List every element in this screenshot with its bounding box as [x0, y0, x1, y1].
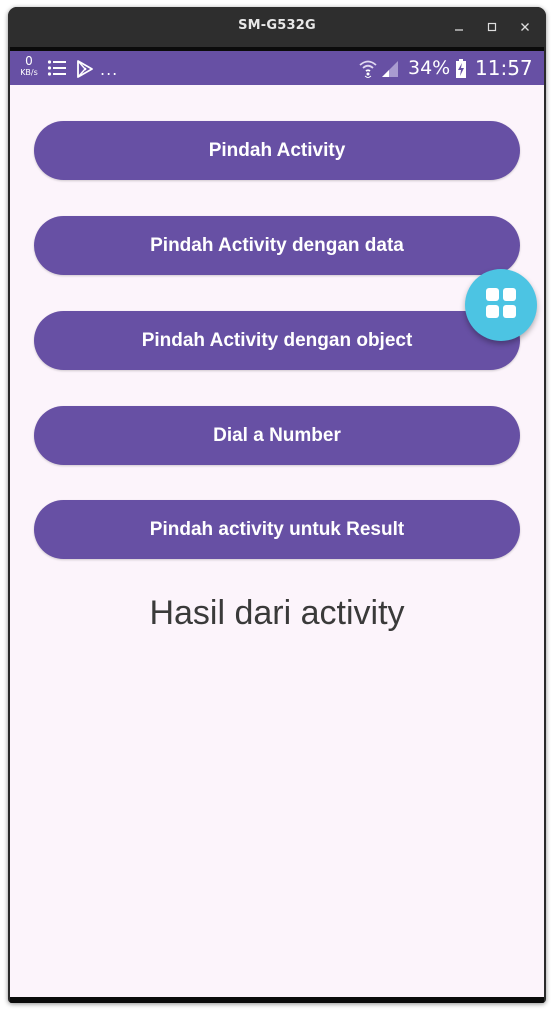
- close-button[interactable]: [513, 15, 537, 39]
- result-text: Hasil dari activity: [149, 594, 405, 632]
- pindah-activity-data-button[interactable]: Pindah Activity dengan data: [34, 216, 520, 275]
- phone-screen: 0 KB/s ... 34% 11:57 Pindah Activity Pin…: [10, 51, 544, 997]
- status-bar: 0 KB/s ... 34% 11:57: [10, 51, 544, 85]
- pindah-activity-result-button[interactable]: Pindah activity untuk Result: [34, 500, 520, 559]
- window-titlebar[interactable]: SM-G532G: [8, 7, 546, 47]
- signal-icon: [381, 60, 399, 82]
- screen-bottom-bezel: [10, 997, 544, 1003]
- floating-action-button[interactable]: [465, 269, 537, 341]
- main-content: Pindah Activity Pindah Activity dengan d…: [10, 85, 544, 997]
- battery-percent: 34%: [408, 57, 451, 79]
- minimize-icon: [455, 29, 463, 31]
- wifi-icon: [358, 58, 378, 82]
- emulator-window: SM-G532G 0 KB/s ... 34% 11:57 Pindah Act…: [8, 7, 546, 1003]
- more-notifications: ...: [100, 60, 119, 79]
- battery-charging-icon: [455, 59, 467, 83]
- status-time: 11:57: [475, 56, 533, 80]
- list-icon: [47, 59, 67, 81]
- network-speed: 0 KB/s: [18, 55, 40, 77]
- grid-apps-icon: [485, 287, 517, 323]
- pindah-activity-button[interactable]: Pindah Activity: [34, 121, 520, 180]
- network-speed-unit: KB/s: [20, 68, 38, 77]
- maximize-button[interactable]: [480, 15, 504, 39]
- dial-number-button[interactable]: Dial a Number: [34, 406, 520, 465]
- close-icon: [521, 23, 529, 31]
- network-speed-value: 0: [25, 54, 33, 68]
- play-store-icon: [75, 59, 95, 83]
- maximize-icon: [487, 22, 497, 32]
- pindah-activity-object-button[interactable]: Pindah Activity dengan object: [34, 311, 520, 370]
- minimize-button[interactable]: [447, 15, 471, 39]
